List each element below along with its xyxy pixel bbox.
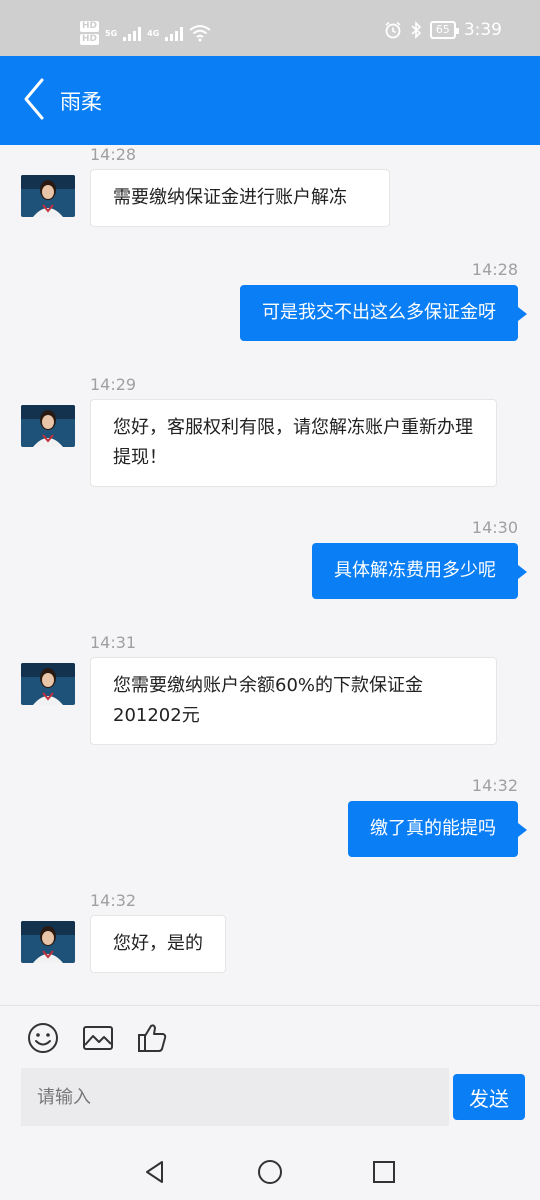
message-bubble-incoming[interactable]: 您需要缴纳账户余额60%的下款保证金201202元 bbox=[90, 657, 497, 745]
avatar[interactable] bbox=[21, 405, 75, 447]
status-bar: HD HD 5G 4G 65 3:39 bbox=[0, 0, 540, 56]
message-time: 14:30 bbox=[471, 518, 518, 537]
contact-name: 雨柔 bbox=[60, 90, 102, 114]
message-time: 14:32 bbox=[471, 776, 518, 795]
image-icon[interactable] bbox=[80, 1020, 116, 1056]
agent-photo-icon bbox=[21, 921, 75, 963]
network-5g-label: 5G bbox=[105, 28, 118, 38]
system-nav-bar bbox=[0, 1145, 540, 1200]
hd-badge: HD bbox=[80, 34, 100, 45]
alarm-icon bbox=[385, 21, 401, 39]
avatar[interactable] bbox=[21, 663, 75, 705]
status-left: HD HD 5G 4G bbox=[80, 16, 211, 50]
network-4g-label: 4G bbox=[147, 28, 160, 38]
status-time: 3:39 bbox=[463, 20, 502, 40]
message-bubble-outgoing[interactable]: 可是我交不出这么多保证金呀 bbox=[240, 285, 527, 341]
bluetooth-icon bbox=[411, 21, 421, 39]
message-time: 14:32 bbox=[90, 891, 137, 910]
message-time: 14:28 bbox=[90, 145, 137, 164]
wifi-icon bbox=[189, 25, 211, 42]
message-list[interactable]: 14:28 需要缴纳保证金进行账户解冻 14:28 可是我交不出这么多保证金呀 … bbox=[0, 145, 540, 1005]
message-bubble-outgoing[interactable]: 具体解冻费用多少呢 bbox=[312, 543, 527, 599]
avatar[interactable] bbox=[21, 175, 75, 217]
message-bubble-outgoing[interactable]: 缴了真的能提吗 bbox=[348, 801, 527, 857]
battery-icon: 65 bbox=[429, 21, 459, 39]
composer: 发送 bbox=[0, 1005, 540, 1145]
message-time: 14:31 bbox=[90, 633, 137, 652]
avatar[interactable] bbox=[21, 921, 75, 963]
back-triangle-icon[interactable] bbox=[140, 1157, 170, 1187]
agent-photo-icon bbox=[21, 405, 75, 447]
signal-icon bbox=[123, 25, 142, 41]
signal-icon bbox=[165, 25, 184, 41]
hd-badge: HD bbox=[80, 21, 100, 32]
emoji-icon[interactable] bbox=[25, 1020, 61, 1056]
message-time: 14:29 bbox=[90, 375, 137, 394]
agent-photo-icon bbox=[21, 175, 75, 217]
chat-header: 雨柔 bbox=[0, 56, 540, 145]
hd-badges: HD HD bbox=[80, 21, 100, 45]
message-bubble-incoming[interactable]: 您好，客服权利有限，请您解冻账户重新办理提现！ bbox=[90, 399, 497, 487]
message-bubble-incoming[interactable]: 您好，是的 bbox=[90, 915, 226, 973]
status-right: 65 3:39 bbox=[384, 20, 502, 40]
agent-photo-icon bbox=[21, 663, 75, 705]
send-button[interactable]: 发送 bbox=[453, 1074, 525, 1120]
home-circle-icon[interactable] bbox=[255, 1157, 285, 1187]
thumbs-up-icon[interactable] bbox=[134, 1020, 170, 1056]
message-input[interactable] bbox=[21, 1068, 449, 1126]
message-bubble-incoming[interactable]: 需要缴纳保证金进行账户解冻 bbox=[90, 169, 390, 227]
recents-square-icon[interactable] bbox=[369, 1157, 399, 1187]
message-time: 14:28 bbox=[471, 260, 518, 279]
chevron-left-icon[interactable] bbox=[18, 74, 52, 124]
